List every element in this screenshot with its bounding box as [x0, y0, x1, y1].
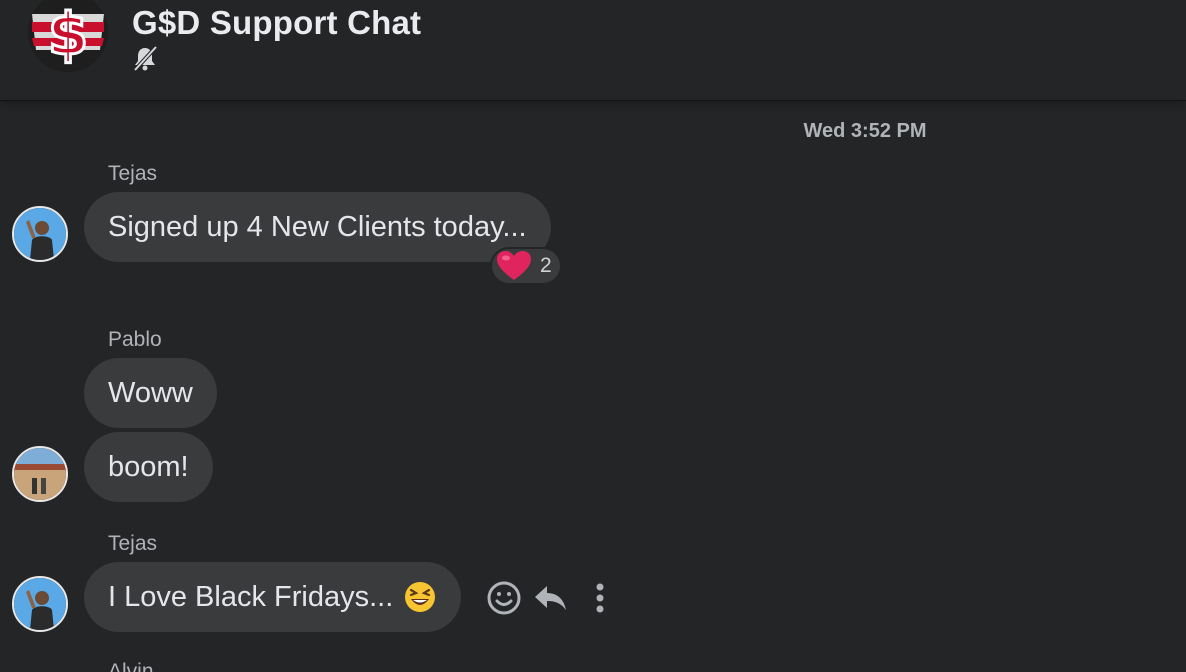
message-bubble[interactable]: Signed up 4 New Clients today... — [84, 192, 551, 262]
message-text: Signed up 4 New Clients today... — [108, 210, 527, 243]
avatar[interactable] — [12, 446, 68, 502]
chat-header: $ G$D Support Chat — [0, 0, 1186, 100]
more-options-icon[interactable] — [590, 582, 610, 619]
message-bubble[interactable]: I Love Black Fridays... — [84, 562, 462, 632]
message-bubble[interactable]: boom! — [84, 432, 213, 502]
avatar[interactable] — [12, 206, 68, 262]
svg-text:$: $ — [48, 0, 88, 68]
group-avatar[interactable]: $ — [28, 0, 108, 72]
heart-icon — [497, 251, 531, 280]
smiley-icon[interactable] — [486, 580, 522, 621]
message-text: Woww — [108, 376, 193, 409]
sender-name: Alvin — [108, 660, 154, 672]
reply-icon[interactable] — [533, 582, 569, 619]
message-bubble[interactable]: Woww — [84, 358, 217, 428]
chat-window: $ G$D Support Chat Wed 3:52 PM Tejas Sig… — [0, 0, 1186, 672]
reaction-badge[interactable]: 2 — [490, 247, 562, 285]
sender-name: Pablo — [108, 328, 162, 351]
sender-name: Tejas — [108, 532, 158, 555]
message-text: boom! — [108, 450, 189, 483]
message-text: I Love Black Fridays... — [108, 580, 394, 613]
avatar[interactable] — [12, 576, 68, 632]
reaction-count: 2 — [540, 254, 552, 277]
bell-muted-icon[interactable] — [132, 44, 158, 72]
laughing-face-icon — [405, 582, 436, 612]
message-timestamp: Wed 3:52 PM — [803, 120, 927, 142]
chat-title: G$D Support Chat — [132, 4, 422, 41]
sender-name: Tejas — [108, 162, 158, 185]
